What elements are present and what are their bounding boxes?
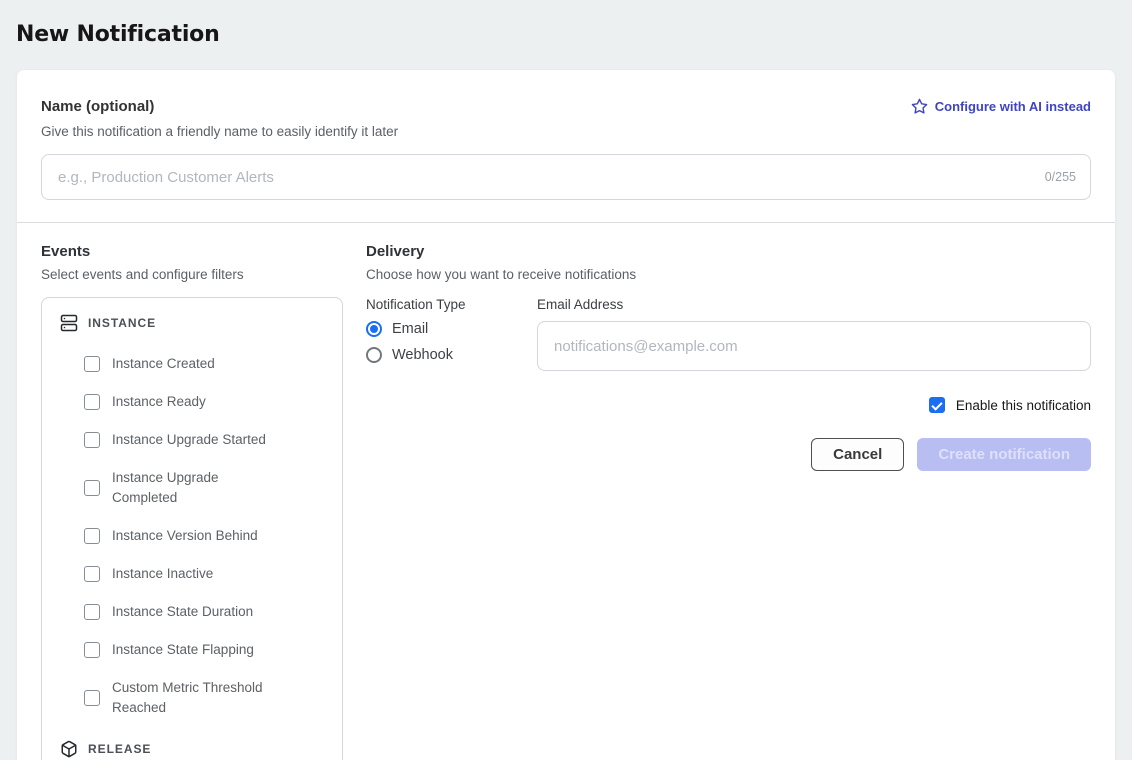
- checkbox[interactable]: [84, 604, 100, 620]
- event-label: Custom Metric Threshold Reached: [112, 678, 282, 718]
- event-checkbox-row[interactable]: Instance Created: [84, 354, 326, 374]
- checkbox[interactable]: [84, 356, 100, 372]
- server-icon: [60, 314, 78, 332]
- event-checkbox-row[interactable]: Instance Ready: [84, 392, 326, 412]
- email-input[interactable]: [537, 321, 1091, 371]
- new-notification-card: Name (optional) Configure with AI instea…: [16, 69, 1116, 760]
- event-group-instance: INSTANCE: [54, 310, 330, 336]
- checkbox[interactable]: [84, 480, 100, 496]
- package-icon: [60, 740, 78, 758]
- email-address-label: Email Address: [537, 297, 1091, 312]
- event-checkbox-row[interactable]: Instance Upgrade Started: [84, 430, 326, 450]
- cancel-button[interactable]: Cancel: [811, 438, 904, 471]
- configure-with-ai-link[interactable]: Configure with AI instead: [911, 98, 1091, 115]
- event-label: Instance Ready: [112, 392, 206, 412]
- event-checkbox-row[interactable]: Instance Version Behind: [84, 526, 326, 546]
- checkbox[interactable]: [84, 528, 100, 544]
- radio-label: Webhook: [392, 347, 453, 363]
- events-subtitle: Select events and configure filters: [41, 267, 343, 282]
- checkbox[interactable]: [84, 566, 100, 582]
- event-label: Instance Version Behind: [112, 526, 258, 546]
- notification-type-label: Notification Type: [366, 297, 537, 312]
- event-checkbox-row[interactable]: Instance Upgrade Completed: [84, 468, 326, 508]
- ai-link-label: Configure with AI instead: [935, 99, 1091, 114]
- delivery-title: Delivery: [366, 243, 1091, 260]
- events-list: INSTANCE Instance Created Instance Ready…: [41, 297, 343, 760]
- event-label: Instance Upgrade Completed: [112, 468, 282, 508]
- event-label: Instance Upgrade Started: [112, 430, 266, 450]
- star-icon: [911, 98, 928, 115]
- create-notification-button[interactable]: Create notification: [917, 438, 1091, 471]
- enable-checkbox[interactable]: [929, 397, 945, 413]
- event-checkbox-row[interactable]: Instance Inactive: [84, 564, 326, 584]
- char-counter: 0/255: [1045, 170, 1076, 184]
- group-label: RELEASE: [88, 742, 151, 756]
- email-address-group: Email Address: [537, 297, 1091, 373]
- radio-email[interactable]: Email: [366, 321, 537, 337]
- name-description: Give this notification a friendly name t…: [41, 124, 1091, 139]
- checkbox[interactable]: [84, 394, 100, 410]
- radio-webhook[interactable]: Webhook: [366, 347, 537, 363]
- radio-button[interactable]: [366, 347, 382, 363]
- checkbox[interactable]: [84, 690, 100, 706]
- notification-type-group: Notification Type Email Webhook: [366, 297, 537, 373]
- radio-label: Email: [392, 321, 428, 337]
- event-label: Instance State Duration: [112, 602, 253, 622]
- event-checkbox-row[interactable]: Instance State Flapping: [84, 640, 326, 660]
- name-section-header: Name (optional) Configure with AI instea…: [41, 98, 1091, 115]
- event-checkbox-row[interactable]: Custom Metric Threshold Reached: [84, 678, 326, 718]
- group-label: INSTANCE: [88, 316, 156, 330]
- delivery-subtitle: Choose how you want to receive notificat…: [366, 267, 1091, 282]
- radio-button[interactable]: [366, 321, 382, 337]
- event-label: Instance Created: [112, 354, 215, 374]
- enable-notification-row[interactable]: Enable this notification: [366, 397, 1091, 413]
- name-input-wrap: 0/255: [41, 154, 1091, 200]
- event-group-release: RELEASE: [54, 736, 330, 760]
- delivery-column: Delivery Choose how you want to receive …: [366, 243, 1091, 760]
- checkbox[interactable]: [84, 432, 100, 448]
- checkbox[interactable]: [84, 642, 100, 658]
- name-label: Name (optional): [41, 98, 154, 115]
- events-column: Events Select events and configure filte…: [41, 243, 343, 760]
- events-title: Events: [41, 243, 343, 260]
- name-input[interactable]: [41, 154, 1091, 200]
- event-label: Instance Inactive: [112, 564, 213, 584]
- event-label: Instance State Flapping: [112, 640, 254, 660]
- enable-label: Enable this notification: [956, 398, 1091, 413]
- page-title: New Notification: [16, 22, 1132, 47]
- form-actions: Cancel Create notification: [366, 438, 1091, 471]
- event-checkbox-row[interactable]: Instance State Duration: [84, 602, 326, 622]
